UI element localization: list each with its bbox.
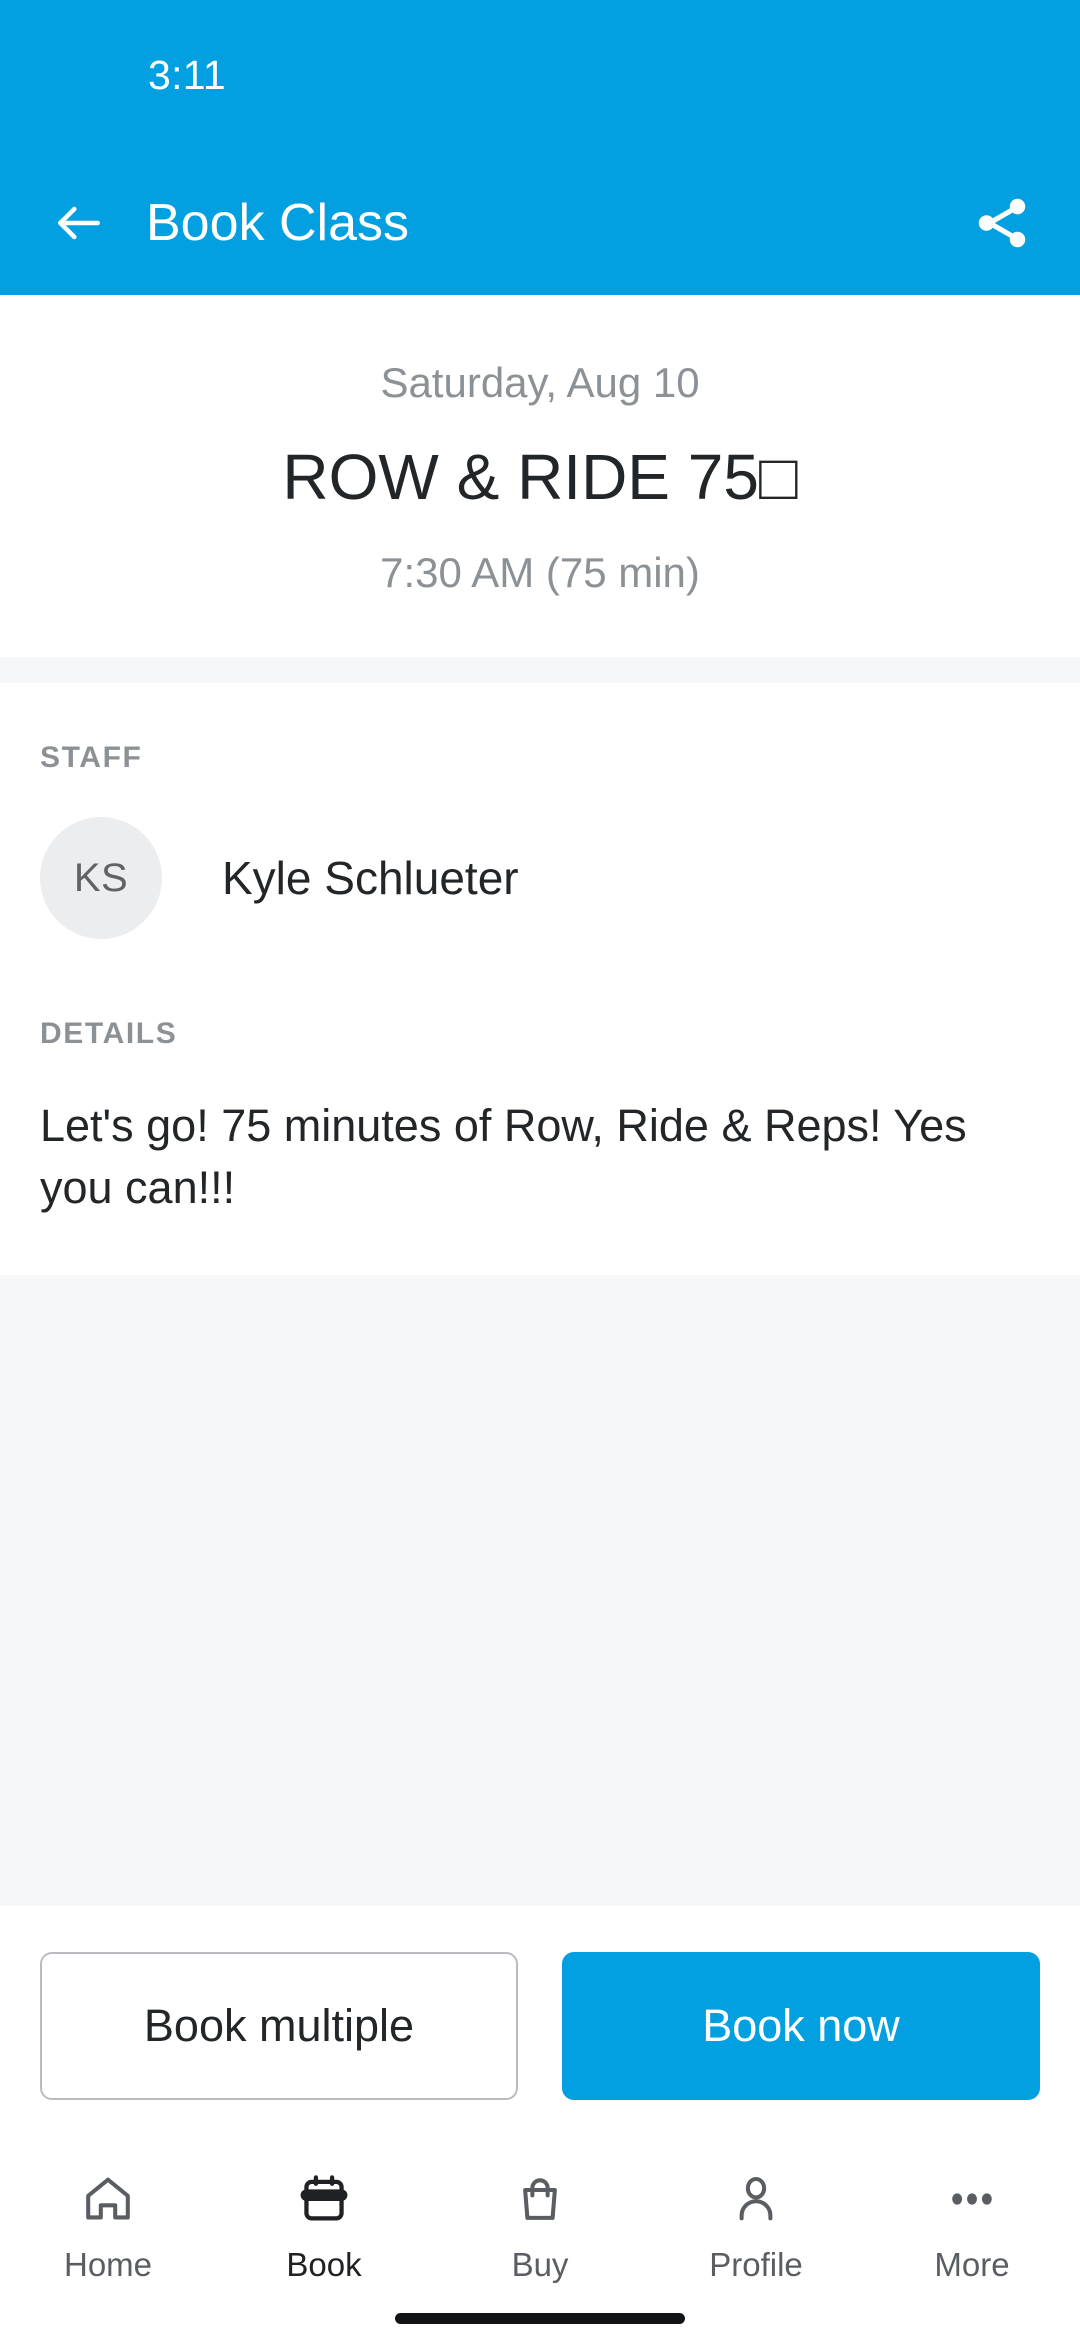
page-title: Book Class — [146, 193, 409, 252]
app-bar: Book Class — [0, 150, 1080, 295]
avatar: KS — [40, 817, 162, 940]
nav-label-book: Book — [286, 2246, 362, 2283]
nav-label-profile: Profile — [709, 2246, 803, 2283]
book-multiple-button[interactable]: Book multiple — [40, 1952, 518, 2100]
class-details-content: STAFF KS Kyle Schlueter DETAILS Let's go… — [0, 683, 1080, 1276]
home-indicator[interactable] — [395, 2312, 685, 2324]
nav-label-home: Home — [63, 2246, 153, 2283]
staff-row[interactable]: KS Kyle Schlueter — [40, 775, 1040, 949]
back-arrow-icon[interactable] — [48, 192, 110, 254]
app-header: 3:11 Book Class — [0, 0, 1080, 295]
status-bar: 3:11 — [0, 0, 1080, 150]
nav-item-book[interactable]: Book — [216, 2168, 432, 2284]
book-now-button[interactable]: Book now — [562, 1952, 1040, 2100]
shopping-bag-icon — [513, 2168, 567, 2230]
home-indicator-area — [0, 2296, 1080, 2340]
details-description: Let's go! 75 minutes of Row, Ride & Reps… — [40, 1100, 967, 1214]
section-divider — [0, 657, 1080, 684]
details-section-label: DETAILS — [40, 1017, 178, 1051]
person-icon — [729, 2168, 783, 2230]
nav-item-home[interactable]: Home — [0, 2168, 216, 2284]
class-summary: Saturday, Aug 10 ROW & RIDE 75□ 7:30 AM … — [0, 295, 1080, 658]
share-icon[interactable] — [966, 187, 1038, 259]
class-date: Saturday, Aug 10 — [380, 359, 700, 406]
app-screen: 3:11 Book Class Saturday, Aug 10 ROW & R… — [0, 0, 1080, 2340]
home-icon — [81, 2168, 135, 2230]
nav-item-profile[interactable]: Profile — [648, 2168, 864, 2284]
nav-item-more[interactable]: More — [864, 2168, 1080, 2284]
nav-label-buy: Buy — [511, 2246, 569, 2283]
avatar-initials: KS — [73, 855, 129, 900]
nav-item-buy[interactable]: Buy — [432, 2168, 648, 2284]
nav-label-more: More — [934, 2246, 1010, 2283]
action-bar: Book multiple Book now — [0, 1906, 1080, 2140]
class-name: ROW & RIDE 75□ — [282, 440, 798, 513]
status-bar-clock: 3:11 — [148, 51, 226, 98]
staff-section-label: STAFF — [40, 741, 143, 775]
more-dots-icon — [945, 2168, 999, 2230]
calendar-icon — [297, 2168, 351, 2230]
staff-name: Kyle Schlueter — [222, 852, 519, 905]
class-time: 7:30 AM (75 min) — [380, 548, 700, 596]
content-filler — [0, 1275, 1080, 1906]
